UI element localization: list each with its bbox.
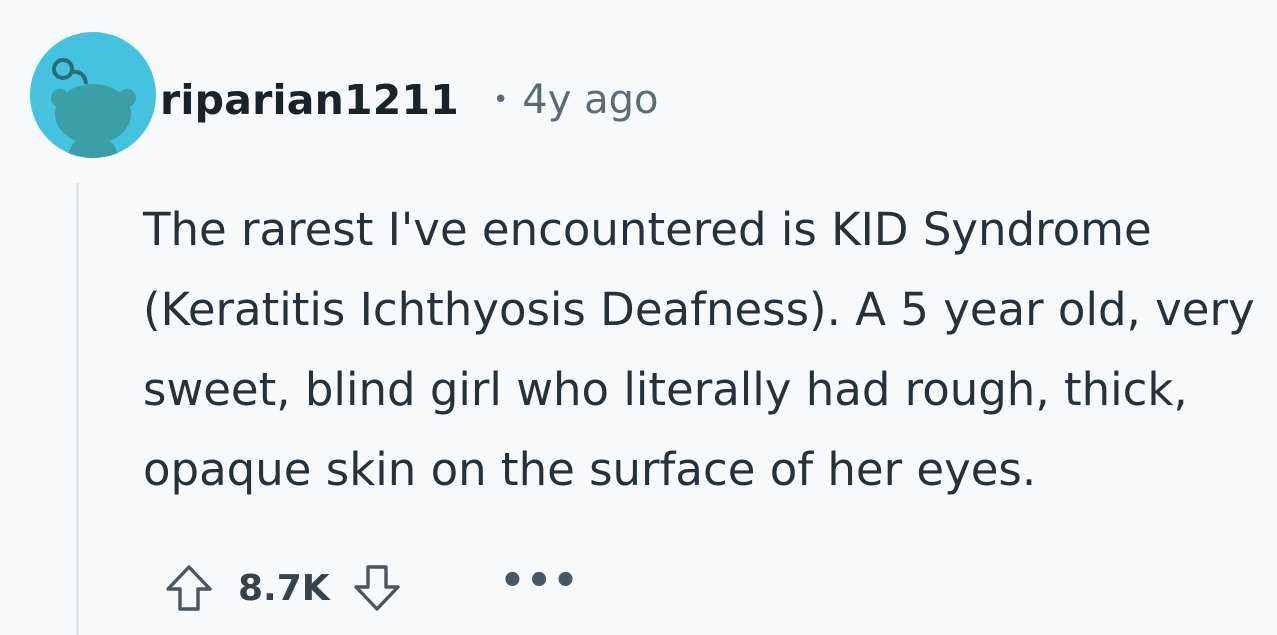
comment-body: The rarest I've encountered is KID Syndr… xyxy=(143,203,1255,496)
downvote-arrow-icon xyxy=(353,565,400,611)
user-avatar[interactable] xyxy=(30,32,156,158)
thread-line[interactable] xyxy=(76,183,79,635)
comment-actions: 8.7K ••• xyxy=(158,556,579,620)
snoo-avatar-icon xyxy=(51,58,136,158)
username-link[interactable]: riparian1211 xyxy=(160,76,459,124)
meta-separator: • xyxy=(492,85,509,115)
upvote-arrow-icon xyxy=(166,565,212,611)
vote-score: 8.7K xyxy=(238,567,330,609)
comment-timestamp[interactable]: 4y ago xyxy=(522,77,658,123)
more-options-button[interactable]: ••• xyxy=(500,561,580,615)
comment-header: riparian1211 • 4y ago xyxy=(160,72,659,128)
upvote-button[interactable] xyxy=(158,557,220,619)
downvote-button[interactable] xyxy=(346,557,408,619)
